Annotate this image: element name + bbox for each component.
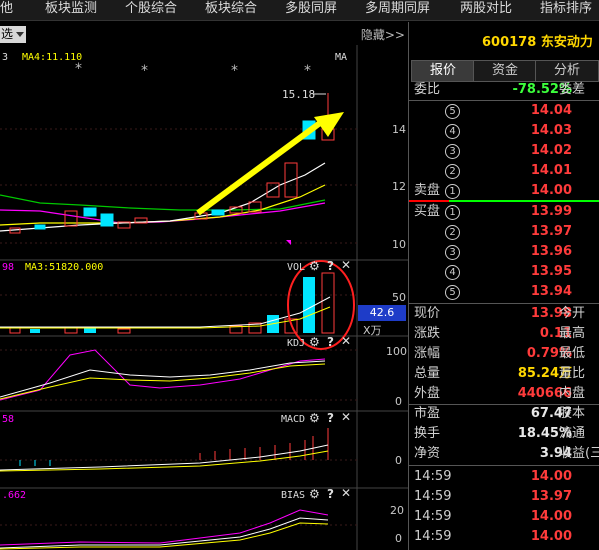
menu-item-sector-overview[interactable]: 板块综合 bbox=[205, 0, 257, 20]
ma-yellow-line bbox=[0, 184, 326, 226]
ma-prefix-label: 3 bbox=[2, 52, 9, 63]
quote-panel: 600178 东安动力 报价 资金 分析 委比 -78.52% 委差 5 14.0… bbox=[408, 22, 599, 550]
gear-icon[interactable]: ⚙ bbox=[309, 487, 320, 501]
quote-row-pe: 市盈 67.47 股本 bbox=[414, 406, 586, 421]
buy-order-5[interactable]: 5 13.94 bbox=[409, 282, 599, 302]
tab-analysis[interactable]: 分析 bbox=[535, 60, 599, 82]
macd-name: MACD bbox=[281, 414, 306, 425]
bias-prefix: .662 bbox=[2, 490, 27, 501]
close-icon[interactable]: ✕ bbox=[341, 258, 351, 272]
bias-y-tick: 20 bbox=[390, 504, 404, 517]
event-marker[interactable]: * bbox=[141, 63, 148, 79]
tick-row: 14:59 14.00 bbox=[414, 469, 572, 484]
chart-header: 选 隐藏>> bbox=[0, 25, 408, 45]
top-menu-bar: 他 板块监测 个股综合 板块综合 多股同屏 多周期同屏 两股对比 指标排序 bbox=[0, 0, 599, 21]
tick-row: 14:59 13.97 bbox=[414, 489, 572, 504]
vol-ma-yellow bbox=[0, 306, 331, 329]
kdj-yellow bbox=[0, 363, 326, 400]
buy-order-1[interactable]: 买盘 1 13.99 bbox=[409, 202, 599, 222]
menu-item-multi-stock[interactable]: 多股同屏 bbox=[285, 0, 337, 20]
ma4-label: MA4:11.110 bbox=[22, 52, 83, 63]
quote-row-outer: 外盘 440666 内盘 bbox=[414, 386, 586, 401]
menu-item-multi-period[interactable]: 多周期同屏 bbox=[365, 0, 430, 20]
vol-value-box: 42.6 bbox=[358, 305, 406, 321]
bias-magenta bbox=[0, 509, 329, 546]
sell-order-3[interactable]: 3 14.02 bbox=[409, 141, 599, 161]
y-tick: 14 bbox=[392, 123, 406, 136]
stock-title: 600178 东安动力 bbox=[482, 35, 593, 50]
help-icon[interactable]: ? bbox=[327, 487, 334, 501]
vol-y-tick: 50 bbox=[392, 291, 406, 304]
ma-tag: MA bbox=[335, 52, 348, 63]
candles bbox=[9, 93, 335, 234]
menu-item-indicator-sort[interactable]: 指标排序 bbox=[540, 0, 592, 20]
sell-order-5[interactable]: 5 14.04 bbox=[409, 101, 599, 121]
kdj-magenta bbox=[0, 349, 326, 401]
sell-order-1[interactable]: 卖盘 1 14.00 bbox=[409, 181, 599, 201]
candle[interactable] bbox=[64, 210, 78, 227]
period-dropdown[interactable]: 选 bbox=[0, 26, 26, 43]
hide-panel-button[interactable]: 隐藏>> bbox=[361, 26, 405, 43]
gear-icon[interactable]: ⚙ bbox=[309, 411, 320, 425]
y-tick: 12 bbox=[392, 180, 406, 193]
buy-order-4[interactable]: 4 13.95 bbox=[409, 262, 599, 282]
vol-ma3-label: MA3:51820.000 bbox=[25, 262, 104, 273]
trend-arrow bbox=[196, 112, 344, 216]
macd-white bbox=[0, 444, 329, 471]
help-icon[interactable]: ? bbox=[327, 259, 334, 273]
kdj-y-tick: 0 bbox=[395, 395, 402, 408]
sell-order-2[interactable]: 2 14.01 bbox=[409, 161, 599, 181]
quote-row-volume: 总量 85.24万 量比 bbox=[414, 366, 586, 381]
macd-y-tick: 0 bbox=[395, 454, 402, 467]
quote-row-price: 现价 13.98 今开 bbox=[414, 306, 586, 321]
tab-quote[interactable]: 报价 bbox=[411, 60, 475, 82]
close-icon[interactable]: ✕ bbox=[341, 486, 351, 500]
kdj-name: KDJ bbox=[287, 338, 306, 349]
quote-row-net-assets: 净资 3.94 收益(三 bbox=[414, 446, 599, 461]
menu-item-stock-overview[interactable]: 个股综合 bbox=[125, 0, 177, 20]
vol-name: VOL bbox=[287, 262, 306, 273]
candle[interactable] bbox=[34, 224, 46, 230]
order-ratio-row: 委比 -78.52% 委差 bbox=[414, 82, 586, 97]
sell-order-4[interactable]: 4 14.03 bbox=[409, 121, 599, 141]
tab-funds[interactable]: 资金 bbox=[473, 60, 537, 82]
bias-name: BIAS bbox=[281, 490, 306, 501]
candle[interactable] bbox=[100, 213, 114, 227]
gear-icon[interactable]: ⚙ bbox=[309, 335, 320, 349]
kdj-y-tick: 100 bbox=[386, 345, 407, 358]
gear-icon[interactable]: ⚙ bbox=[309, 259, 320, 273]
menu-item-other[interactable]: 他 bbox=[0, 0, 13, 20]
buy-order-3[interactable]: 3 13.96 bbox=[409, 242, 599, 262]
kdj-white bbox=[0, 360, 326, 398]
menu-item-sector-monitor[interactable]: 板块监测 bbox=[45, 0, 97, 20]
close-icon[interactable]: ✕ bbox=[341, 334, 351, 348]
event-marker[interactable]: * bbox=[231, 63, 238, 79]
vol-prefix: 98 bbox=[2, 262, 15, 273]
tick-row: 14:59 14.00 bbox=[414, 509, 572, 524]
vol-unit: X万 bbox=[363, 324, 382, 337]
buy-order-2[interactable]: 2 13.97 bbox=[409, 222, 599, 242]
event-marker[interactable]: * bbox=[75, 61, 82, 77]
kline-chart-area[interactable]: * * * * 15.18 bbox=[0, 45, 408, 550]
candle[interactable] bbox=[83, 207, 97, 217]
event-marker[interactable]: * bbox=[304, 63, 311, 79]
high-price-label: 15.18 bbox=[282, 88, 315, 101]
candle[interactable] bbox=[266, 182, 280, 198]
bias-y-tick: 0 bbox=[395, 532, 402, 545]
quote-row-turnover: 换手 18.45% 流通 bbox=[414, 426, 586, 441]
quote-row-change: 涨跌 0.11 最高 bbox=[414, 326, 586, 341]
candle[interactable] bbox=[211, 209, 225, 216]
y-tick: 10 bbox=[392, 238, 406, 251]
help-icon[interactable]: ? bbox=[327, 411, 334, 425]
macd-prefix: 58 bbox=[2, 414, 15, 425]
ma-magenta-line bbox=[0, 202, 326, 224]
menu-item-compare-two[interactable]: 两股对比 bbox=[460, 0, 512, 20]
close-icon[interactable]: ✕ bbox=[341, 410, 351, 424]
quote-row-change-pct: 涨幅 0.79% 最低 bbox=[414, 346, 586, 361]
tick-row: 14:59 14.00 bbox=[414, 529, 572, 544]
volume-bars bbox=[9, 272, 335, 334]
help-icon[interactable]: ? bbox=[327, 335, 334, 349]
chevron-down-icon bbox=[16, 32, 24, 37]
